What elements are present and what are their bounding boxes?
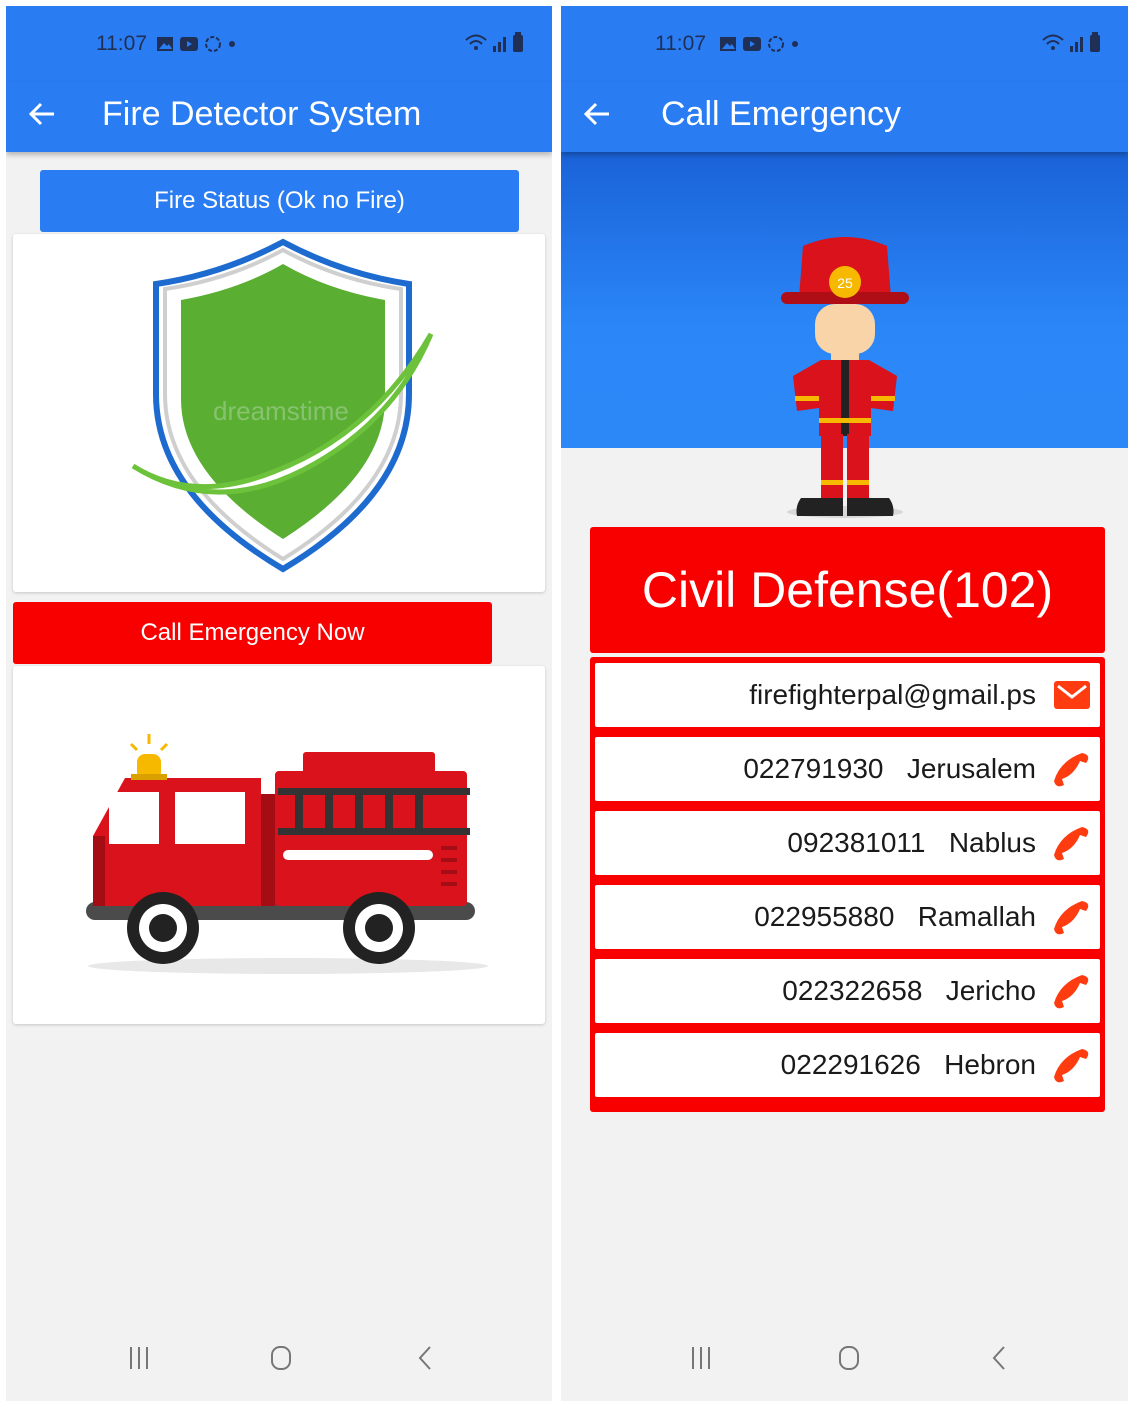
civil-defense-header: Civil Defense(102) (590, 527, 1105, 653)
system-icons (464, 32, 524, 52)
recent-apps-icon[interactable] (688, 1343, 714, 1373)
contact-row-email[interactable]: firefighterpal@gmail.ps (595, 663, 1100, 727)
fire-truck-icon (86, 734, 488, 974)
page-title: Fire Detector System (102, 95, 422, 133)
fire-status-button[interactable]: Fire Status (Ok no Fire) (40, 170, 519, 232)
signal-icon (493, 37, 506, 52)
contact-text: 022791930 Jerusalem (743, 753, 1036, 784)
contact-text: 022955880 Ramallah (754, 901, 1036, 932)
gallery-icon (157, 37, 173, 51)
recent-apps-icon[interactable] (126, 1343, 152, 1373)
status-bar: 11:07 (561, 6, 1128, 82)
call-emergency-screen: 11:07 Call Emergency 25 Civil Defense(10… (561, 6, 1128, 1401)
phone-icon[interactable] (1052, 823, 1092, 863)
watermark-text: dreamstime (213, 396, 349, 426)
phone-icon[interactable] (1052, 897, 1092, 937)
notification-icons (719, 35, 800, 53)
contact-row-jerusalem[interactable]: 022791930 Jerusalem (595, 737, 1100, 801)
back-nav-icon[interactable] (986, 1343, 1012, 1373)
notification-icons (156, 35, 237, 53)
contact-text: 022291626 Hebron (780, 1049, 1036, 1080)
arrow-back-icon[interactable] (579, 96, 615, 132)
phone-icon[interactable] (1052, 749, 1092, 789)
firefighter-icon: 25 (781, 237, 909, 518)
battery-icon (513, 32, 523, 52)
navigation-bar (561, 1325, 1128, 1401)
svg-text:25: 25 (837, 275, 853, 291)
home-icon[interactable] (268, 1343, 294, 1373)
wifi-icon (1042, 34, 1064, 50)
status-time: 11:07 (655, 32, 706, 55)
shield-icon: dreamstime (131, 238, 434, 573)
email-icon[interactable] (1052, 675, 1092, 715)
status-time: 11:07 (96, 32, 147, 55)
youtube-icon (743, 37, 761, 51)
email-text: firefighterpal@gmail.ps (749, 679, 1036, 710)
dot-icon (229, 41, 235, 47)
phone-icon[interactable] (1052, 1045, 1092, 1085)
contact-row-jericho[interactable]: 022322658 Jericho (595, 959, 1100, 1023)
sync-icon (205, 36, 221, 52)
shield-card: dreamstime (13, 234, 545, 592)
battery-icon (1090, 32, 1100, 52)
wifi-icon (465, 34, 487, 50)
app-bar: Fire Detector System (6, 82, 552, 152)
contact-text: 092381011 Nablus (787, 827, 1036, 858)
contact-row-ramallah[interactable]: 022955880 Ramallah (595, 885, 1100, 949)
contact-row-hebron[interactable]: 022291626 Hebron (595, 1033, 1100, 1097)
app-bar: Call Emergency (561, 82, 1128, 152)
call-emergency-button[interactable]: Call Emergency Now (13, 602, 492, 664)
navigation-bar (6, 1325, 552, 1401)
gallery-icon (720, 37, 736, 51)
youtube-icon (180, 37, 198, 51)
system-icons (1041, 32, 1101, 52)
truck-card (13, 666, 545, 1024)
signal-icon (1070, 37, 1083, 52)
arrow-back-icon[interactable] (24, 96, 60, 132)
home-icon[interactable] (836, 1343, 862, 1373)
fire-detector-screen: 11:07 Fire Detector System Fire Status (… (6, 6, 552, 1401)
dot-icon (792, 41, 798, 47)
contacts-list: firefighterpal@gmail.ps 022791930 Jerusa… (590, 657, 1105, 1112)
sync-icon (768, 36, 784, 52)
page-title: Call Emergency (661, 95, 901, 133)
phone-icon[interactable] (1052, 971, 1092, 1011)
contact-row-nablus[interactable]: 092381011 Nablus (595, 811, 1100, 875)
status-bar: 11:07 (6, 6, 552, 82)
contact-text: 022322658 Jericho (782, 975, 1036, 1006)
back-nav-icon[interactable] (412, 1343, 438, 1373)
